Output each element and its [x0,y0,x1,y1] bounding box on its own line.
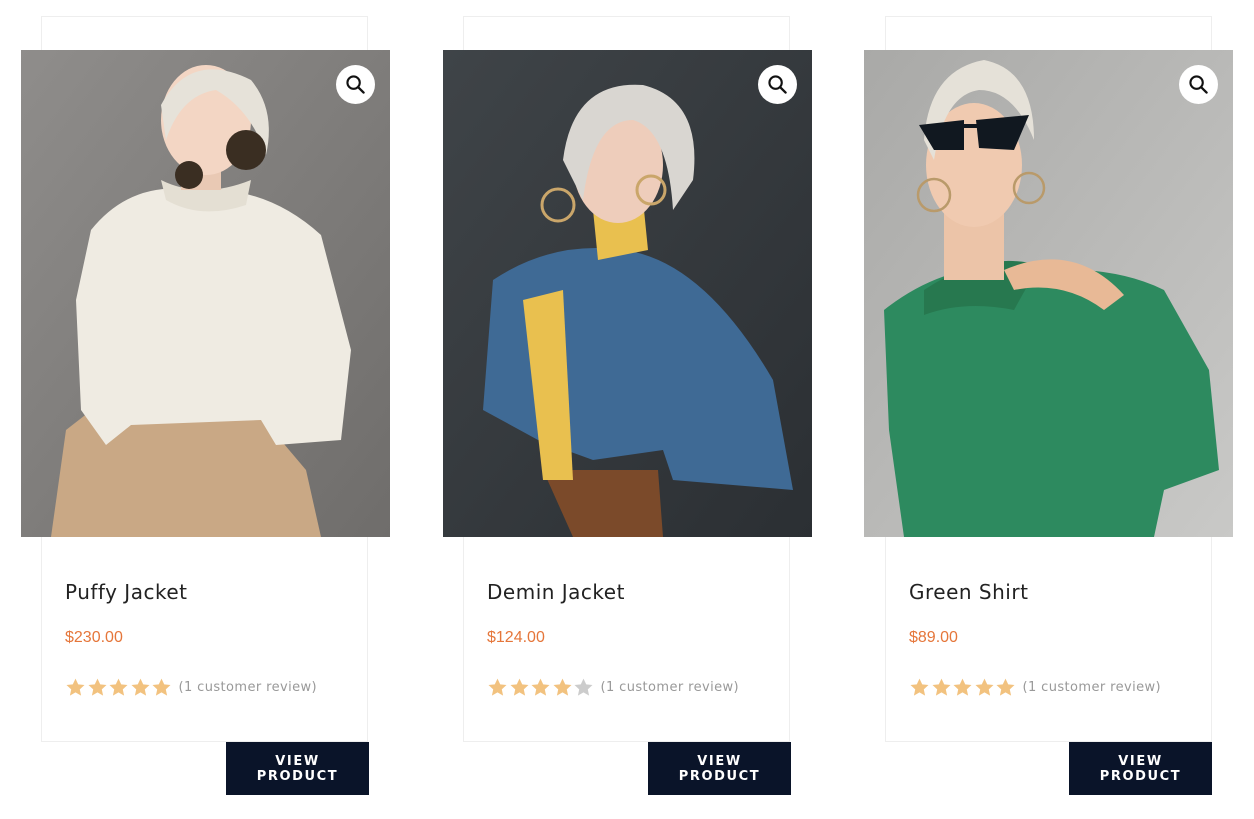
star-filled-icon [953,678,972,696]
product-photo [864,50,1233,537]
review-count-link[interactable]: (1 customer review) [601,680,740,695]
product-rating: (1 customer review) [487,677,739,698]
star-empty-icon [574,678,593,696]
product-image[interactable] [21,50,390,537]
star-filled-icon [109,678,128,696]
review-count-link[interactable]: (1 customer review) [179,680,318,695]
star-filled-icon [509,678,529,696]
product-title[interactable]: Green Shirt [909,580,1028,604]
magnifier-icon [768,75,787,94]
star-filled-icon [66,678,85,696]
product-image[interactable] [864,50,1233,537]
review-count-link[interactable]: (1 customer review) [1023,680,1162,695]
view-product-button[interactable]: VIEW PRODUCT [648,742,791,795]
view-product-button[interactable]: VIEW PRODUCT [1069,742,1212,795]
magnifier-icon [1189,75,1208,94]
magnifier-icon [346,75,365,94]
product-price: $124.00 [487,629,545,646]
view-product-button[interactable]: VIEW PRODUCT [226,742,369,795]
star-filled-icon [931,678,951,696]
star-rating [487,677,595,698]
product-rating: (1 customer review) [65,677,317,698]
product-price: $230.00 [65,629,123,646]
product-title[interactable]: Puffy Jacket [65,580,187,604]
star-rating [65,677,173,698]
star-filled-icon [531,678,550,696]
star-filled-icon [552,678,572,696]
product-photo [21,50,390,537]
star-filled-icon [152,678,171,696]
product-image[interactable] [443,50,812,537]
product-grid: Puffy Jacket $230.00 (1 customer review) [0,0,1254,819]
star-rating [909,677,1017,698]
product-title[interactable]: Demin Jacket [487,580,625,604]
product-rating: (1 customer review) [909,677,1161,698]
product-photo [443,50,812,537]
star-filled-icon [974,678,994,696]
star-filled-icon [87,678,107,696]
star-filled-icon [130,678,150,696]
star-filled-icon [488,678,507,696]
product-price: $89.00 [909,629,958,646]
zoom-button[interactable] [336,65,375,104]
star-filled-icon [996,678,1015,696]
zoom-button[interactable] [758,65,797,104]
zoom-button[interactable] [1179,65,1218,104]
star-filled-icon [910,678,929,696]
